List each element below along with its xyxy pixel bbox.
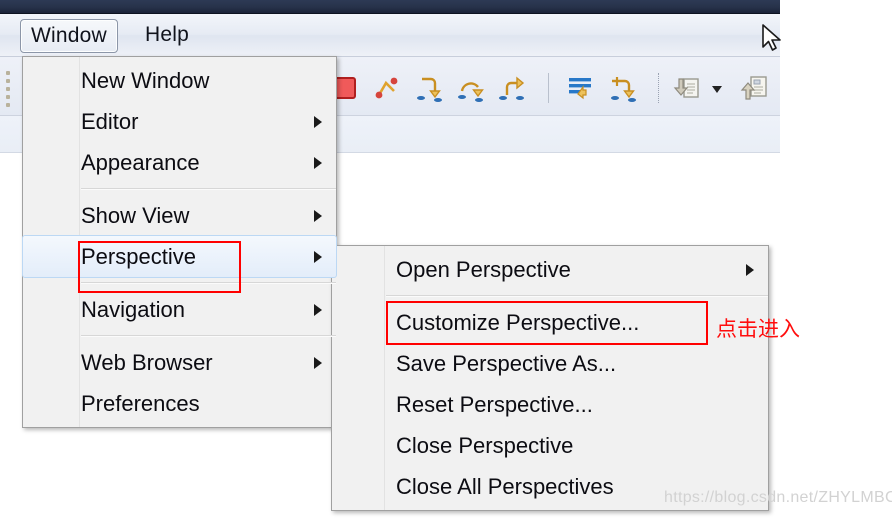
menu-item-label: Close All Perspectives xyxy=(396,473,614,499)
submenu-item-close-perspective[interactable]: Close Perspective xyxy=(332,425,768,466)
step-return-icon[interactable] xyxy=(498,73,528,103)
submenu-item-reset-perspective[interactable]: Reset Perspective... xyxy=(332,384,768,425)
menu-item-label: New Window xyxy=(81,67,210,93)
submenu-item-customize-perspective[interactable]: Customize Perspective... xyxy=(332,302,768,343)
menu-bar: Window Help xyxy=(0,14,780,57)
menu-separator xyxy=(81,188,336,190)
menu-item-label: Save Perspective As... xyxy=(396,350,617,376)
menu-item-editor[interactable]: Editor xyxy=(23,101,336,142)
drop-to-frame-icon[interactable] xyxy=(608,73,638,103)
menu-item-label: Web Browser xyxy=(81,349,213,375)
step-into-selection-icon[interactable] xyxy=(372,73,402,103)
restore-icon[interactable] xyxy=(740,73,770,103)
submenu-arrow-icon xyxy=(314,303,322,316)
submenu-arrow-icon xyxy=(314,209,322,222)
step-over-icon[interactable] xyxy=(456,73,486,103)
instruction-stepping-icon[interactable] xyxy=(566,73,596,103)
submenu-item-open-perspective[interactable]: Open Perspective xyxy=(332,249,768,290)
menu-item-label: Close Perspective xyxy=(396,432,574,458)
menu-item-label: Customize Perspective... xyxy=(396,309,640,335)
watermark-text: https://blog.csdn.net/ZHYLMBC xyxy=(664,489,892,506)
menubar-item-help[interactable]: Help xyxy=(135,19,199,51)
menu-item-label: Perspective xyxy=(81,243,196,269)
menu-item-label: Preferences xyxy=(81,390,200,416)
menu-item-label: Reset Perspective... xyxy=(396,391,593,417)
menu-item-preferences[interactable]: Preferences xyxy=(23,383,336,424)
menu-item-label: Show View xyxy=(81,202,190,228)
submenu-arrow-icon xyxy=(314,356,322,369)
window-title-bar xyxy=(0,0,780,14)
menu-item-new-window[interactable]: New Window xyxy=(23,60,336,101)
menu-separator xyxy=(386,295,768,297)
menu-item-show-view[interactable]: Show View xyxy=(23,195,336,236)
toolbar-separator-dotted xyxy=(658,73,660,103)
menubar-item-window-label: Window xyxy=(31,24,107,47)
chevron-down-icon[interactable] xyxy=(708,73,726,103)
menu-item-web-browser[interactable]: Web Browser xyxy=(23,342,336,383)
menubar-item-help-label: Help xyxy=(145,23,189,46)
menu-item-perspective[interactable]: Perspective xyxy=(22,235,337,278)
use-step-filters-icon[interactable] xyxy=(672,73,702,103)
menu-item-label: Editor xyxy=(81,108,139,134)
menu-item-label: Navigation xyxy=(81,296,185,322)
toolbar-drag-handle[interactable] xyxy=(6,71,13,107)
perspective-submenu: Open Perspective Customize Perspective..… xyxy=(331,245,769,511)
menu-item-label: Appearance xyxy=(81,149,200,175)
menu-separator xyxy=(81,282,336,284)
submenu-arrow-icon xyxy=(314,250,322,263)
submenu-arrow-icon xyxy=(314,115,322,128)
toolbar-separator xyxy=(548,73,549,103)
window-dropdown-menu: New Window Editor Appearance Show View P… xyxy=(22,56,337,428)
menu-item-navigation[interactable]: Navigation xyxy=(23,289,336,330)
menu-item-label: Open Perspective xyxy=(396,256,571,282)
submenu-item-save-perspective-as[interactable]: Save Perspective As... xyxy=(332,343,768,384)
menubar-item-window[interactable]: Window xyxy=(20,19,118,53)
submenu-arrow-icon xyxy=(746,263,754,276)
menu-item-appearance[interactable]: Appearance xyxy=(23,142,336,183)
annotation-callout-text: 点击进入 xyxy=(716,317,800,341)
submenu-arrow-icon xyxy=(314,156,322,169)
menu-separator xyxy=(81,335,336,337)
step-into-icon[interactable] xyxy=(414,73,444,103)
